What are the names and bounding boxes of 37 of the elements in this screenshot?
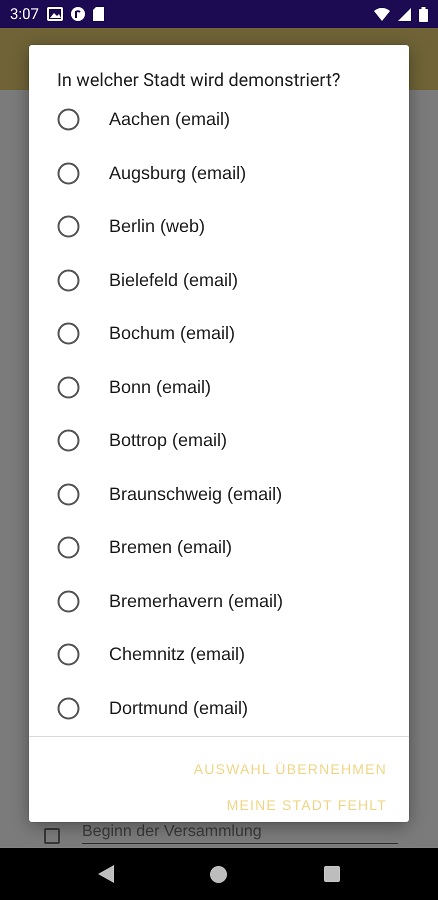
radio-button[interactable] [57,429,80,452]
city-option[interactable]: Dortmund (email) [29,682,409,735]
city-option[interactable]: Bochum (email) [29,307,409,360]
city-option[interactable]: Bielefeld (email) [29,254,409,307]
app-icon [70,7,85,21]
radio-button[interactable] [57,590,80,613]
city-option[interactable]: Bremen (email) [29,521,409,574]
battery-icon [419,6,428,22]
city-option[interactable]: Aachen (email) [29,93,409,146]
radio-button[interactable] [57,162,80,185]
radio-button[interactable] [57,482,80,506]
city-option[interactable]: Bottrop (email) [29,414,409,468]
input-field[interactable]: Beginn der Versammlung [82,823,398,844]
city-option[interactable]: Bremerhavern (email) [29,574,409,628]
city-option[interactable]: Augsburg (email) [29,146,409,200]
back-icon[interactable] [98,865,114,883]
home-icon[interactable] [210,866,228,882]
checkbox[interactable] [44,828,60,844]
radio-button[interactable] [57,322,80,346]
radio-button[interactable] [57,215,80,238]
image-icon [46,7,63,21]
sd-card-icon [92,7,104,21]
dialog-title: In welcher Stadt wird demonstriert? [56,69,342,89]
city-option[interactable]: Braunschweig (email) [29,468,409,521]
radio-button[interactable] [57,108,80,132]
radio-button[interactable] [57,696,80,720]
signal-icon [398,8,411,20]
city-option[interactable]: Chemnitz (email) [29,628,409,682]
city-option[interactable]: Bonn (email) [29,360,409,414]
radio-button[interactable] [57,268,80,292]
wifi-icon [374,8,390,20]
city-option[interactable]: Berlin (web) [29,200,409,254]
status-time: 3:07 [10,5,39,23]
radio-button[interactable] [57,536,80,560]
recents-icon[interactable] [324,866,340,882]
radio-button[interactable] [57,376,80,399]
radio-button[interactable] [57,643,80,666]
